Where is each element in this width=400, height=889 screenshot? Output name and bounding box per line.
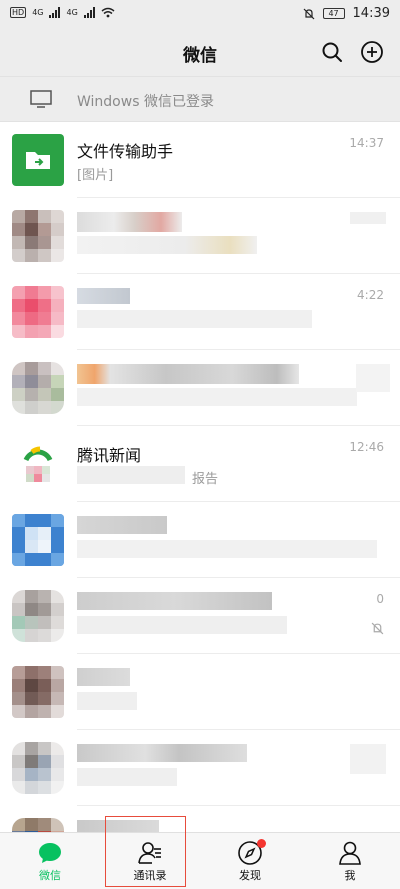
chat-item[interactable] — [0, 502, 400, 578]
tab-chats[interactable]: 微信 — [0, 833, 100, 889]
discover-badge-dot — [257, 839, 266, 848]
status-left: HD 4G 4G — [10, 7, 115, 18]
windows-login-text: Windows 微信已登录 — [77, 94, 214, 110]
mute-bell-icon — [303, 8, 314, 19]
battery-icon: 47 — [322, 8, 345, 19]
highlight-box — [105, 816, 186, 887]
chat-item[interactable]: 0 — [0, 578, 400, 654]
chat-item-tencent-news[interactable]: 腾讯新闻 报告 12:46 — [0, 426, 400, 502]
blurred-name — [77, 592, 272, 610]
tab-label: 我 — [344, 868, 356, 882]
chat-name: 文件传输助手 — [77, 142, 174, 161]
avatar — [12, 134, 64, 186]
tab-label: 发现 — [239, 868, 261, 882]
avatar — [12, 438, 64, 490]
folder-arrow-icon — [26, 152, 50, 169]
chat-preview: [图片] — [77, 168, 114, 183]
chat-bubble-icon — [39, 842, 61, 863]
wifi-icon — [101, 7, 115, 18]
chat-time: 14:37 — [349, 136, 384, 150]
signal-icon — [49, 7, 61, 18]
chat-item-file-transfer[interactable]: 文件传输助手 [图片] 14:37 — [0, 122, 400, 198]
blurred-preview — [77, 768, 177, 786]
top-header: 微信 — [0, 28, 400, 76]
chat-item[interactable] — [0, 350, 400, 426]
tencent-news-logo-icon — [23, 446, 53, 482]
tab-discover[interactable]: 发现 — [200, 833, 300, 889]
blurred-preview — [77, 236, 257, 254]
chat-item[interactable]: 4:22 — [0, 274, 400, 350]
avatar — [12, 286, 64, 338]
chat-item[interactable] — [0, 654, 400, 730]
blurred-name — [77, 364, 299, 384]
chat-list: 文件传输助手 [图片] 14:37 4:22 腾讯新闻 报告 12:46 0 — [0, 122, 400, 882]
status-time: 14:39 — [352, 6, 390, 21]
blurred-name — [77, 668, 130, 686]
blurred-name — [77, 212, 182, 232]
tab-me[interactable]: 我 — [300, 833, 400, 889]
avatar — [12, 210, 64, 262]
blurred-time — [350, 744, 386, 774]
chat-item[interactable] — [0, 198, 400, 274]
hd-badge: HD — [10, 7, 27, 18]
avatar — [12, 514, 64, 566]
chat-time: 4:22 — [357, 288, 384, 302]
avatar — [12, 590, 64, 642]
avatar — [12, 362, 64, 414]
blurred-preview — [77, 616, 287, 634]
blurred-name — [77, 288, 130, 304]
plus-circle-icon[interactable] — [360, 40, 384, 64]
tab-label: 微信 — [39, 868, 61, 882]
status-bar: HD 4G 4G 47 14:39 — [0, 0, 400, 28]
blurred-preview — [77, 466, 185, 484]
chat-preview: 报告 — [192, 472, 219, 487]
blurred-preview — [77, 310, 312, 328]
blurred-name — [77, 516, 167, 534]
avatar — [12, 666, 64, 718]
blurred-preview — [77, 540, 377, 558]
windows-login-bar[interactable]: Windows 微信已登录 — [0, 76, 400, 122]
blurred-preview — [77, 388, 357, 406]
chat-time: 12:46 — [349, 440, 384, 454]
signal-icon-2 — [83, 7, 95, 18]
bottom-tab-bar: 微信 通讯录 发现 我 — [0, 832, 400, 889]
blurred-time — [350, 212, 386, 224]
chat-item[interactable] — [0, 730, 400, 806]
blurred-time — [356, 364, 390, 392]
blurred-preview — [77, 692, 137, 710]
avatar — [12, 742, 64, 794]
network-4g-label-2: 4G — [66, 8, 78, 17]
person-icon — [339, 841, 361, 865]
wechat-screen: HD 4G 4G 47 14:39 微信 Windows 微信已登录 文件传输助 — [0, 0, 400, 889]
network-4g-label: 4G — [32, 8, 44, 17]
mute-icon — [371, 622, 384, 635]
status-right: 47 14:39 — [303, 6, 390, 21]
chat-name: 腾讯新闻 — [77, 446, 142, 465]
chat-time: 0 — [376, 592, 384, 606]
blurred-name — [77, 744, 247, 762]
search-icon[interactable] — [320, 40, 344, 64]
monitor-icon — [30, 90, 52, 108]
